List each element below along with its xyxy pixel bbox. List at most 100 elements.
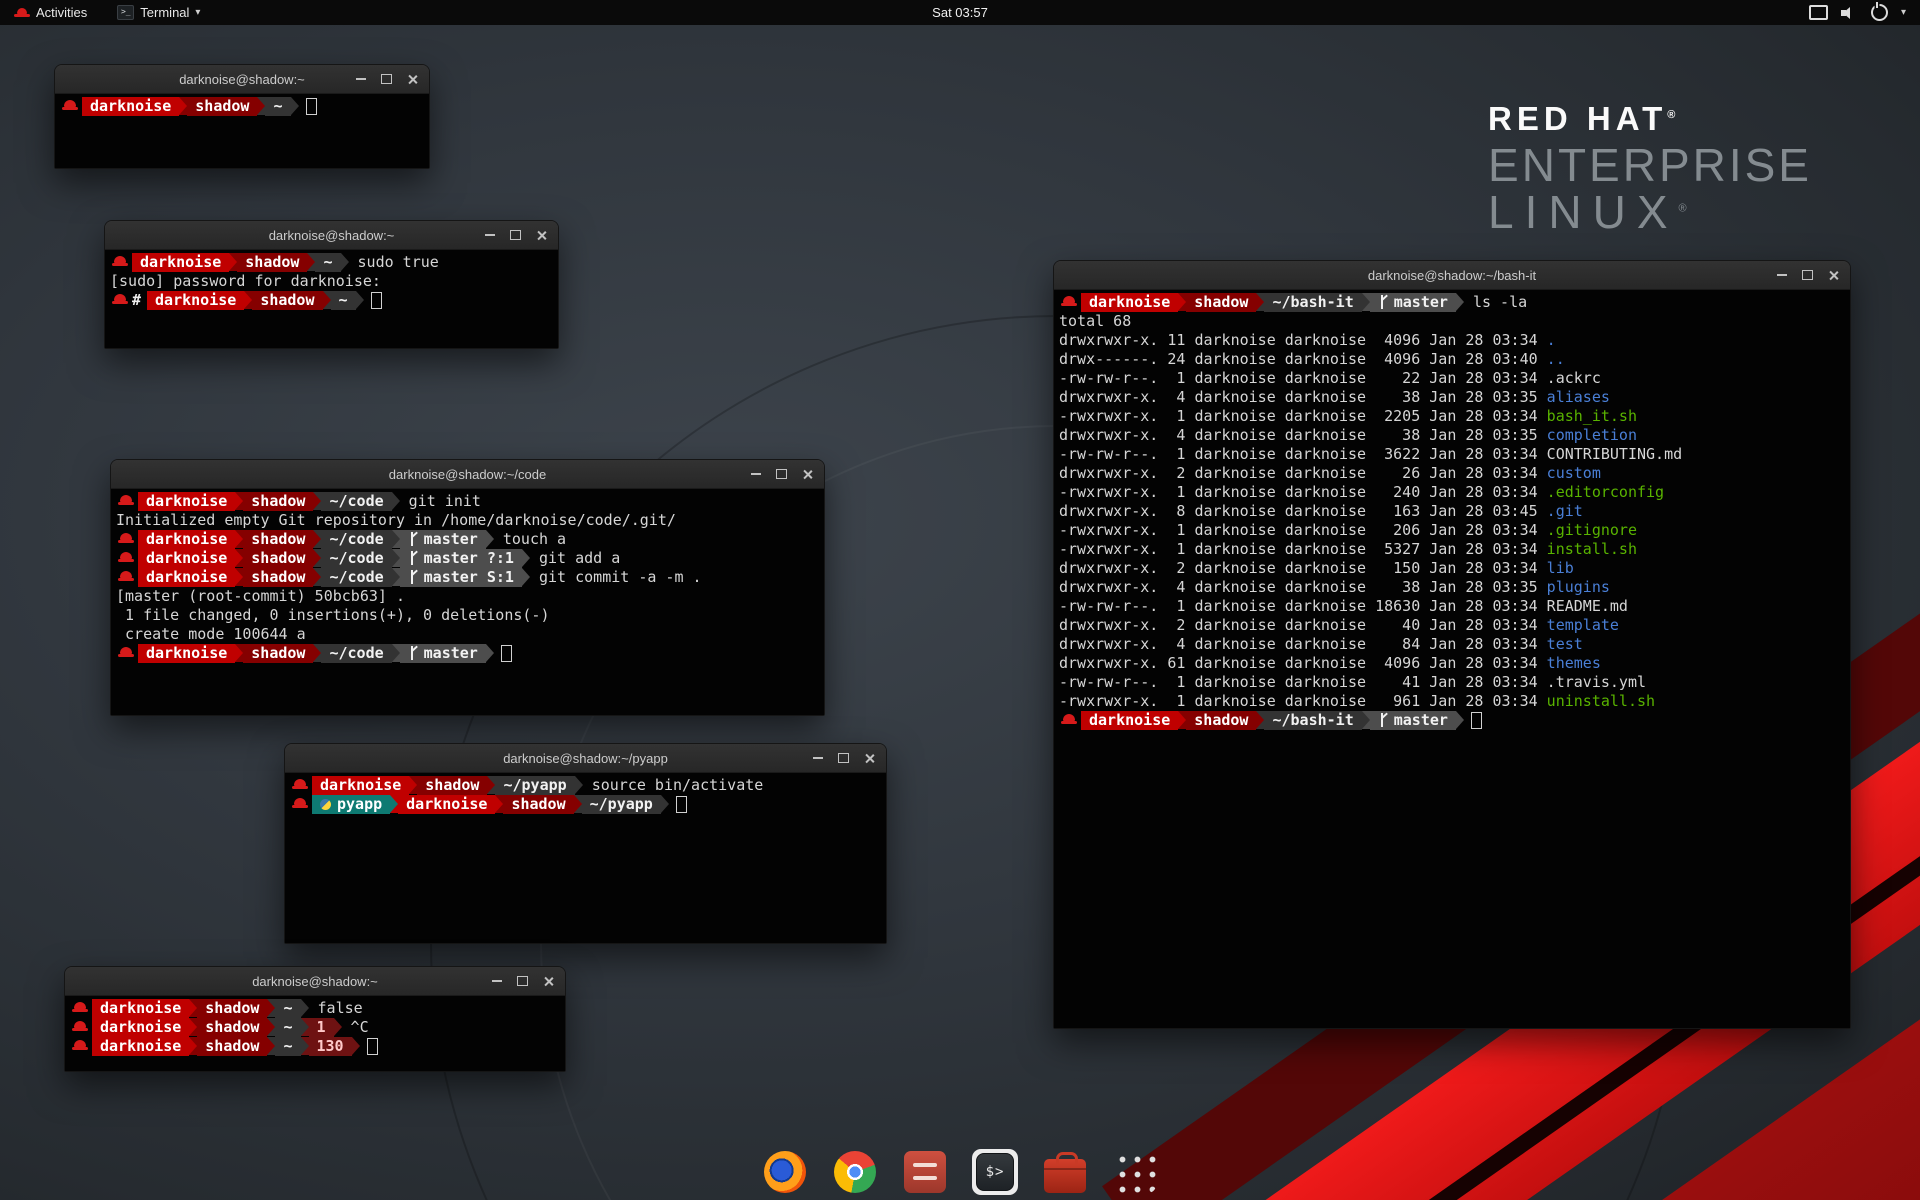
terminal-window: darknoise@shadow:~ darknoiseshadow~ fals… [64, 966, 566, 1072]
output-line: drwxrwxr-x. 2 darknoise darknoise 150 Ja… [1059, 559, 1845, 578]
terminal-content[interactable]: darknoiseshadow~/bash-itmaster ls -latot… [1054, 290, 1850, 1028]
output-line: drwxrwxr-x. 4 darknoise darknoise 38 Jan… [1059, 388, 1845, 407]
prompt-line: darknoiseshadow~/bash-itmaster [1059, 711, 1845, 730]
close-button[interactable] [1828, 270, 1839, 281]
prompt-segment-user: darknoise [132, 253, 229, 272]
close-button[interactable] [802, 469, 813, 480]
clock[interactable]: Sat 03:57 [0, 5, 1920, 20]
command-text: sudo true [349, 253, 439, 272]
toolbox-icon[interactable] [1042, 1149, 1088, 1195]
prompt-segment-user: darknoise [92, 1037, 189, 1056]
minimize-button[interactable] [751, 473, 761, 475]
prompt-segment-user: darknoise [92, 1018, 189, 1037]
close-button[interactable] [407, 74, 418, 85]
redhat-prompt-icon [290, 795, 312, 814]
prompt-segment-user: darknoise [312, 776, 409, 795]
minimize-button[interactable] [813, 757, 823, 759]
output-line: -rw-rw-r--. 1 darknoise darknoise 41 Jan… [1059, 673, 1845, 692]
powerline-arrow-icon [313, 530, 321, 548]
files-icon[interactable] [902, 1149, 948, 1195]
prompt-line: pyappdarknoiseshadow~/pyapp [290, 795, 881, 814]
output-line: drwxrwxr-x. 8 darknoise darknoise 163 Ja… [1059, 502, 1845, 521]
activities-button[interactable]: Activities [8, 5, 93, 20]
output-text: -rw-rw-r--. 1 darknoise darknoise 3622 J… [1059, 445, 1547, 464]
maximize-button[interactable] [776, 469, 787, 479]
app-menu-button[interactable]: >_ Terminal ▾ [111, 5, 206, 20]
window-titlebar[interactable]: darknoise@shadow:~/bash-it [1054, 261, 1850, 290]
terminal-window: darknoise@shadow:~/pyapp darknoiseshadow… [284, 743, 887, 944]
powerline-arrow-icon [235, 549, 243, 567]
powerline-arrow-icon [267, 999, 275, 1017]
prompt-segment-host: shadow [243, 644, 313, 663]
output-line: -rwxrwxr-x. 1 darknoise darknoise 5327 J… [1059, 540, 1845, 559]
close-button[interactable] [864, 753, 875, 764]
powerline-arrow-icon [487, 776, 495, 794]
window-titlebar[interactable]: darknoise@shadow:~/pyapp [285, 744, 886, 773]
powerline-arrow-icon [356, 291, 364, 309]
terminal-content[interactable]: darknoiseshadow~ [55, 94, 429, 168]
terminal-cursor [1471, 712, 1482, 729]
window-titlebar[interactable]: darknoise@shadow:~/code [111, 460, 824, 489]
powerline-arrow-icon [244, 291, 252, 309]
minimize-button[interactable] [485, 234, 495, 236]
output-line: create mode 100644 a [116, 625, 819, 644]
file-name: bash_it.sh [1547, 407, 1637, 426]
prompt-segment-git: master [400, 530, 486, 549]
terminal-content[interactable]: darknoise shadow ~/code git initInitialize… [111, 489, 824, 715]
maximize-button[interactable] [381, 74, 392, 84]
prompt-segment-user: darknoise [138, 492, 235, 511]
terminal-content[interactable]: darknoiseshadow~ sudo true[sudo] passwor… [105, 250, 558, 348]
minimize-button[interactable] [1777, 274, 1787, 276]
output-text: .ackrc [1547, 369, 1601, 388]
close-button[interactable] [536, 230, 547, 241]
terminal-icon[interactable]: $> [972, 1149, 1018, 1195]
prompt-line: darknoiseshadow~ sudo true [110, 253, 553, 272]
maximize-button[interactable] [1802, 270, 1813, 280]
terminal-app-icon: >_ [117, 5, 134, 20]
powerline-arrow-icon [301, 999, 309, 1017]
prompt-segment-path: ~/code [321, 644, 391, 663]
output-text: -rwxrwxr-x. 1 darknoise darknoise 5327 J… [1059, 540, 1547, 559]
prompt-line: darknoiseshadow~/pyapp source bin/activa… [290, 776, 881, 795]
output-line: [sudo] password for darknoise: [110, 272, 553, 291]
app-grid-icon[interactable] [1112, 1149, 1158, 1195]
terminal-content[interactable]: darknoiseshadow~/pyapp source bin/activa… [285, 773, 886, 943]
prompt-segment-path: ~/code [321, 530, 391, 549]
window-titlebar[interactable]: darknoise@shadow:~ [105, 221, 558, 250]
file-name: uninstall.sh [1547, 692, 1655, 711]
rhel-wallpaper-logo: RED HAT® ENTERPRISE LINUX® [1488, 100, 1812, 236]
prompt-segment-user: darknoise [138, 549, 235, 568]
prompt-segment-user: darknoise [1081, 711, 1178, 730]
window-titlebar[interactable]: darknoise@shadow:~ [55, 65, 429, 94]
maximize-button[interactable] [510, 230, 521, 240]
output-text: drwx------. 24 darknoise darknoise 4096 … [1059, 350, 1547, 369]
output-line: -rw-rw-r--. 1 darknoise darknoise 22 Jan… [1059, 369, 1845, 388]
close-button[interactable] [543, 976, 554, 987]
prompt-segment-host: shadow [252, 291, 322, 310]
powerline-arrow-icon [189, 1037, 197, 1055]
prompt-line: darknoiseshadow~/bash-itmaster ls -la [1059, 293, 1845, 312]
maximize-button[interactable] [838, 753, 849, 763]
output-text: -rw-rw-r--. 1 darknoise darknoise 41 Jan… [1059, 673, 1547, 692]
output-line: Initialized empty Git repository in /hom… [116, 511, 819, 530]
powerline-arrow-icon [522, 568, 530, 586]
window-titlebar[interactable]: darknoise@shadow:~ [65, 967, 565, 996]
terminal-content[interactable]: darknoiseshadow~ falsedarknoiseshadow~1 … [65, 996, 565, 1071]
terminal-cursor [371, 292, 382, 309]
minimize-button[interactable] [492, 980, 502, 982]
maximize-button[interactable] [517, 976, 528, 986]
powerline-arrow-icon [661, 795, 669, 813]
prompt-segment-host: shadow [243, 568, 313, 587]
git-branch-icon [1378, 295, 1389, 309]
firefox-icon[interactable] [762, 1149, 808, 1195]
output-text: -rw-rw-r--. 1 darknoise darknoise 22 Jan… [1059, 369, 1547, 388]
chrome-icon[interactable] [832, 1149, 878, 1195]
powerline-arrow-icon [486, 530, 494, 548]
system-status-area[interactable]: ▾ [1809, 4, 1920, 21]
prompt-segment-path: ~ [275, 1037, 300, 1056]
minimize-button[interactable] [356, 78, 366, 80]
window-title: darknoise@shadow:~/pyapp [285, 751, 886, 766]
command-text: git init [400, 492, 481, 511]
prompt-segment-host: shadow [197, 999, 267, 1018]
file-name: .git [1547, 502, 1583, 521]
